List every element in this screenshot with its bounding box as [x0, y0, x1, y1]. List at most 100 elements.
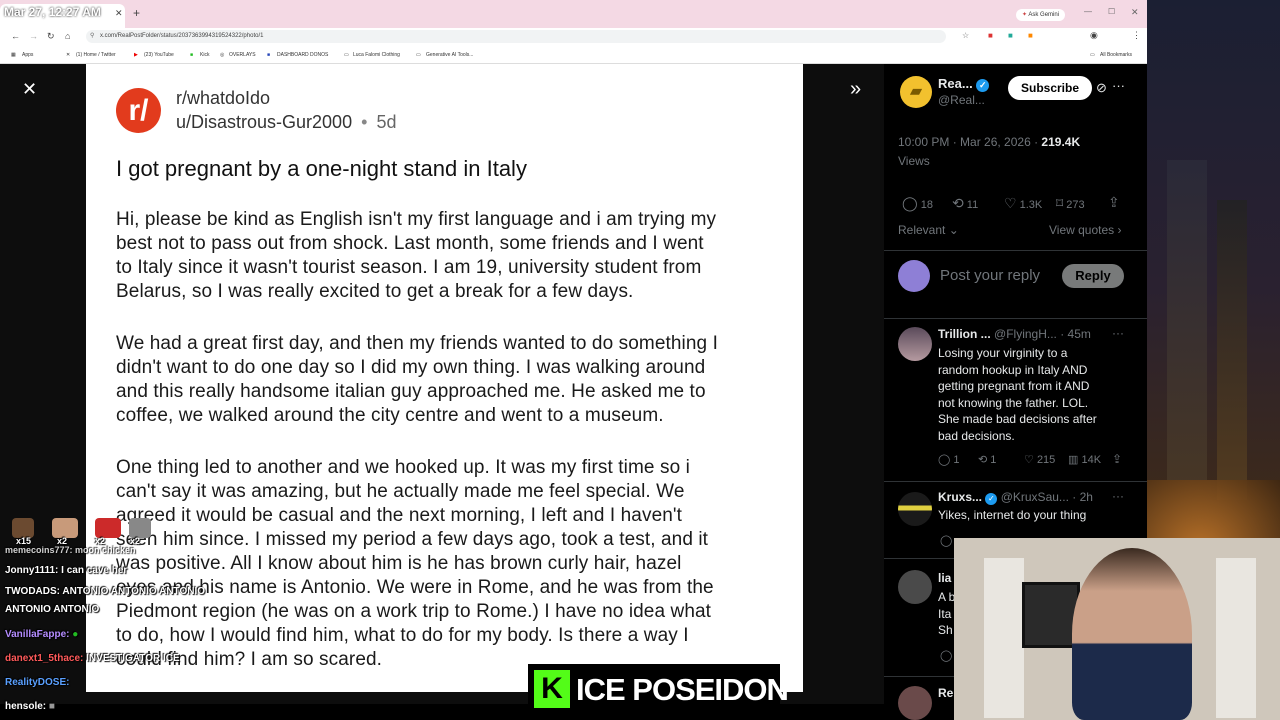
- ask-gemini-button[interactable]: ✦ Ask Gemini: [1016, 9, 1066, 21]
- post-timestamp: 10:00 PM · Mar 26, 2026 · 219.4K: [898, 135, 1080, 149]
- subscribe-button[interactable]: Subscribe: [1008, 76, 1092, 100]
- more-options-icon[interactable]: ···: [1112, 489, 1124, 503]
- close-icon[interactable]: ✕: [22, 79, 37, 100]
- emote-icon: ■: [48, 701, 55, 712]
- kick-logo-icon: K: [534, 670, 570, 708]
- minimize-icon[interactable]: —: [1084, 7, 1092, 16]
- subreddit-name: r/whatdoIdo: [176, 88, 271, 108]
- menu-icon[interactable]: ⋮: [1132, 30, 1141, 41]
- reply-author-name[interactable]: Trillion ...: [938, 327, 991, 341]
- emote-icon: ●: [72, 629, 79, 640]
- author-name[interactable]: Rea... ✓: [938, 76, 990, 92]
- reply-input[interactable]: Post your reply: [940, 267, 1060, 297]
- reply-icon[interactable]: ◯: [940, 534, 952, 547]
- chat-message: hensole: ■: [5, 701, 55, 712]
- browser-tab-bar: ✕ + ✦ Ask Gemini — ☐ ✕: [0, 0, 1147, 28]
- bookmark-twitter[interactable]: (1) Home / Twitter: [76, 52, 116, 58]
- reply-avatar[interactable]: [898, 492, 932, 526]
- bookmark-clothing[interactable]: Luca Falomi Clothing: [353, 52, 400, 58]
- view-quotes-label: View quotes: [1049, 223, 1115, 237]
- post-paragraph-3: One thing led to another and we hooked u…: [116, 456, 796, 672]
- chat-message: VanillaFappe: ●: [5, 629, 78, 640]
- timestamp-text: 10:00 PM · Mar 26, 2026 ·: [898, 135, 1039, 149]
- x-logo-icon: ✕: [66, 52, 71, 58]
- extension-icon[interactable]: ■: [1008, 31, 1013, 40]
- more-options-icon[interactable]: ···: [1112, 78, 1125, 93]
- reply-button[interactable]: Reply: [1062, 264, 1124, 288]
- reply-author-handle[interactable]: @FlyingH...: [994, 327, 1057, 341]
- bookmark-kick[interactable]: Kick: [200, 52, 209, 58]
- reply-avatar[interactable]: [898, 570, 932, 604]
- all-bookmarks[interactable]: All Bookmarks: [1100, 52, 1132, 58]
- reply-views-stat[interactable]: ▥ 14K: [1068, 453, 1101, 466]
- apps-grid-icon[interactable]: ▦: [11, 52, 16, 58]
- chat-username: RealityDOSE:: [5, 677, 70, 688]
- more-options-icon[interactable]: ···: [1112, 326, 1124, 340]
- text-line: random hookup in Italy AND: [938, 362, 1088, 377]
- door-image: [984, 558, 1024, 718]
- heart-icon: ♡: [1024, 454, 1034, 466]
- reply-author-handle[interactable]: @KruxSau...: [1001, 490, 1069, 504]
- reply-avatar[interactable]: [898, 686, 932, 720]
- reply-icon[interactable]: ◯: [940, 649, 952, 662]
- verified-badge-icon: ✓: [985, 493, 998, 505]
- share-icon[interactable]: ⇪: [1108, 194, 1120, 211]
- share-icon[interactable]: ⇪: [1112, 452, 1122, 466]
- back-icon[interactable]: ←: [11, 31, 20, 41]
- chat-username: ANTONIO: [5, 604, 51, 615]
- bookmarks-stat[interactable]: ⌑ 273: [1056, 195, 1085, 212]
- extension-icon[interactable]: ■: [988, 31, 993, 40]
- reload-icon[interactable]: ↻: [47, 31, 55, 42]
- bookmark-apps[interactable]: Apps: [22, 52, 33, 58]
- author-handle[interactable]: @Real...: [938, 93, 985, 107]
- site-info-icon[interactable]: ⚲: [90, 32, 94, 39]
- expand-sidebar-icon[interactable]: »: [850, 78, 861, 101]
- reply-header: Kruxs... ✓ @KruxSau... · 2h: [938, 490, 1093, 505]
- bookmark-ai-tools[interactable]: Generative AI Tools...: [426, 52, 473, 58]
- view-quotes-link[interactable]: View quotes ›: [1049, 223, 1122, 237]
- bookmark-youtube[interactable]: (23) YouTube: [144, 52, 174, 58]
- bookmark-star-icon[interactable]: ☆: [962, 31, 969, 40]
- window-close-icon[interactable]: ✕: [1131, 7, 1139, 18]
- chat-text: ANTONIO: [53, 604, 100, 615]
- forward-icon[interactable]: →: [29, 31, 38, 41]
- reposts-stat[interactable]: ⟲ 11: [952, 195, 978, 212]
- reply-time: · 2h: [1072, 490, 1093, 504]
- stream-banner: K ICE POSEIDON: [528, 664, 789, 714]
- door-image: [1216, 558, 1256, 718]
- reply-avatar[interactable]: [898, 327, 932, 361]
- sort-dropdown[interactable]: Relevant ⌄: [898, 223, 959, 237]
- likes-stat[interactable]: ♡ 1.3K: [1004, 195, 1042, 212]
- new-tab-icon[interactable]: +: [133, 6, 140, 20]
- reply-author-name[interactable]: Kruxs...: [938, 490, 982, 504]
- extension-icon[interactable]: ■: [1028, 31, 1033, 40]
- text-line: Ita: [938, 606, 952, 621]
- maximize-icon[interactable]: ☐: [1108, 7, 1115, 16]
- address-bar[interactable]: x.com/RealPostFolder/status/203736399431…: [86, 30, 946, 43]
- emote-image: [94, 518, 121, 538]
- views-label: Views: [898, 154, 930, 168]
- reply-replies-stat[interactable]: ◯ 1: [938, 453, 960, 466]
- tab-close-icon[interactable]: ✕: [115, 8, 123, 19]
- chat-text: I can cave her: [61, 565, 128, 576]
- reply-author-name[interactable]: Re: [938, 686, 953, 700]
- reply-likes-stat[interactable]: ♡ 215: [1024, 453, 1055, 466]
- text-line: and this really handsome italian guy app…: [116, 381, 706, 402]
- bookmark-overlays[interactable]: OVERLAYS: [229, 52, 256, 58]
- bookmark-dashboard[interactable]: DASHBOARD DONOS: [277, 52, 328, 58]
- reply-reposts-stat[interactable]: ⟲ 1: [978, 453, 996, 466]
- profile-icon[interactable]: ◉: [1090, 30, 1098, 41]
- chat-message: danext1_5thace: INVESTIGATOR ICE: [5, 653, 180, 664]
- author-avatar[interactable]: ▰: [900, 76, 932, 108]
- home-icon[interactable]: ⌂: [65, 31, 70, 41]
- replies-stat[interactable]: ◯ 18: [902, 195, 933, 212]
- grok-icon[interactable]: ⊘: [1096, 80, 1107, 96]
- chat-username: danext1_5thace:: [5, 653, 84, 664]
- reposts-count: 11: [966, 199, 979, 211]
- text-line: to Italy since it wasn't tourist season.…: [116, 257, 702, 278]
- reply-text: A b Ita Sh: [938, 589, 955, 639]
- reply-author-name[interactable]: lia: [938, 571, 951, 585]
- chat-text: INVESTIGATOR ICE: [86, 653, 180, 664]
- chat-message: TWODADS: ANTONIO ANTONIO ANTONIO: [5, 586, 205, 597]
- chat-text: ANTONIO ANTONIO ANTONIO: [62, 586, 206, 597]
